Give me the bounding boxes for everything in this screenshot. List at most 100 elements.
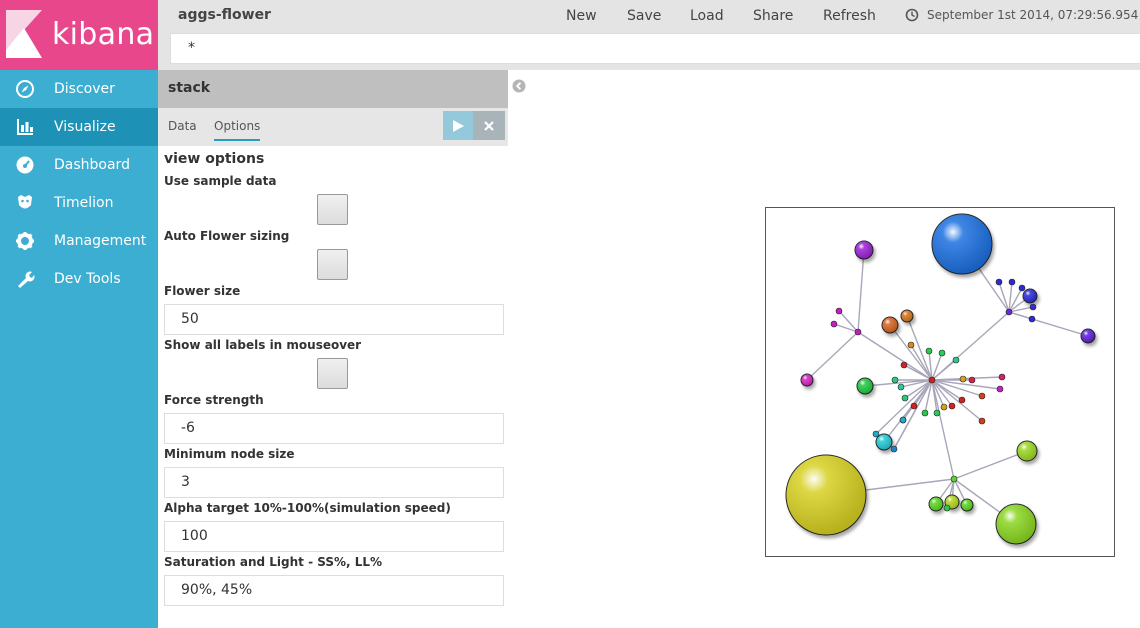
graph-node[interactable] [1028, 315, 1036, 323]
sidebar-item-label: Dashboard [54, 157, 130, 173]
node-highlight [855, 241, 873, 259]
graph-hub-node[interactable] [950, 475, 958, 483]
graph-hub-node[interactable] [1005, 308, 1013, 316]
graph-node[interactable] [854, 240, 874, 260]
graph-node[interactable] [907, 341, 915, 349]
node-circle [835, 307, 843, 315]
sidebar-item-management[interactable]: Management [0, 222, 158, 260]
graph-node[interactable] [1008, 278, 1016, 286]
graph-node[interactable] [800, 373, 814, 387]
save-button[interactable]: Save [627, 8, 661, 24]
graph-node[interactable] [931, 213, 993, 275]
graph-node[interactable] [875, 433, 893, 451]
search-query-input[interactable]: * [170, 33, 1140, 64]
sidebar-item-discover[interactable]: Discover [0, 70, 158, 108]
graph-node[interactable] [897, 383, 905, 391]
tab-data[interactable]: Data [168, 119, 197, 133]
share-button[interactable]: Share [753, 8, 793, 24]
alpha-target-label: Alpha target 10%-100%(simulation speed) [164, 501, 451, 515]
graph-node[interactable] [1029, 303, 1037, 311]
node-highlight [882, 317, 898, 333]
graph-node[interactable] [968, 376, 976, 384]
index-pattern-title: stack [158, 70, 508, 108]
flower-size-value: 50 [181, 311, 199, 327]
graph-node[interactable] [899, 416, 907, 424]
force-strength-input[interactable]: -6 [164, 413, 504, 444]
refresh-button[interactable]: Refresh [823, 8, 876, 24]
node-circle [1005, 308, 1013, 316]
graph-node[interactable] [978, 392, 986, 400]
graph-node[interactable] [900, 361, 908, 369]
sidebar-item-label: Visualize [54, 119, 116, 135]
graph-node[interactable] [959, 375, 967, 383]
graph-node[interactable] [1018, 284, 1026, 292]
graph-node[interactable] [1022, 288, 1038, 304]
show-all-labels-checkbox[interactable] [317, 358, 348, 389]
graph-node[interactable] [856, 377, 874, 395]
collapse-sidebar-icon[interactable] [512, 79, 526, 93]
graph-node[interactable] [996, 385, 1004, 393]
graph-node[interactable] [1080, 328, 1096, 344]
flower-size-input[interactable]: 50 [164, 304, 504, 335]
graph-node[interactable] [940, 403, 948, 411]
node-circle [998, 373, 1006, 381]
sidebar-item-dev-tools[interactable]: Dev Tools [0, 260, 158, 298]
node-highlight [801, 374, 813, 386]
discard-changes-button[interactable] [473, 111, 505, 140]
graph-hub-node[interactable] [928, 376, 936, 384]
graph-node[interactable] [1016, 440, 1038, 462]
graph-node[interactable] [995, 278, 1003, 286]
graph-node[interactable] [952, 356, 960, 364]
saturation-light-input[interactable]: 90%, 45% [164, 575, 504, 606]
graph-node[interactable] [901, 394, 909, 402]
graph-node[interactable] [928, 496, 944, 512]
graph-node[interactable] [872, 430, 880, 438]
graph-node[interactable] [910, 402, 918, 410]
graph-node[interactable] [978, 417, 986, 425]
graph-node[interactable] [933, 409, 941, 417]
graph-link [806, 331, 859, 381]
graph-node[interactable] [835, 307, 843, 315]
new-button[interactable]: New [566, 8, 597, 24]
graph-node[interactable] [891, 376, 899, 384]
min-node-size-input[interactable]: 3 [164, 467, 504, 498]
graph-node[interactable] [943, 504, 951, 512]
sidebar-item-timelion[interactable]: Timelion [0, 184, 158, 222]
graph-node[interactable] [998, 373, 1006, 381]
graph-node[interactable] [785, 454, 867, 536]
graph-link [931, 379, 983, 397]
time-picker[interactable]: September 1st 2014, 07:29:56.954 to S [905, 8, 1140, 22]
play-icon [453, 119, 464, 132]
graph-link [998, 281, 1010, 313]
graph-node[interactable] [900, 309, 914, 323]
tab-options[interactable]: Options [214, 119, 261, 141]
graph-node[interactable] [995, 503, 1037, 545]
graph-node[interactable] [890, 445, 898, 453]
load-button[interactable]: Load [690, 8, 724, 24]
flower-graph[interactable] [766, 208, 1114, 556]
use-sample-data-checkbox[interactable] [317, 194, 348, 225]
graph-node[interactable] [958, 396, 966, 404]
bar-chart-icon [0, 117, 54, 137]
graph-node[interactable] [881, 316, 899, 334]
apply-changes-button[interactable] [443, 111, 473, 140]
alpha-target-input[interactable]: 100 [164, 521, 504, 552]
node-circle [968, 376, 976, 384]
graph-node[interactable] [830, 320, 838, 328]
graph-hub-node[interactable] [854, 328, 862, 336]
auto-flower-sizing-checkbox[interactable] [317, 249, 348, 280]
show-all-labels-label: Show all labels in mouseover [164, 338, 362, 352]
sidebar-item-label: Management [54, 233, 147, 249]
node-circle [950, 475, 958, 483]
graph-node[interactable] [938, 349, 946, 357]
graph-node[interactable] [925, 347, 933, 355]
graph-node[interactable] [948, 402, 956, 410]
sidebar-item-dashboard[interactable]: Dashboard [0, 146, 158, 184]
graph-link [857, 331, 933, 381]
graph-node[interactable] [921, 409, 929, 417]
kibana-logo[interactable]: kibana [0, 0, 158, 70]
sidebar-item-visualize[interactable]: Visualize [0, 108, 158, 146]
flower-visualization[interactable] [765, 207, 1115, 557]
graph-node[interactable] [960, 498, 974, 512]
node-circle [933, 409, 941, 417]
